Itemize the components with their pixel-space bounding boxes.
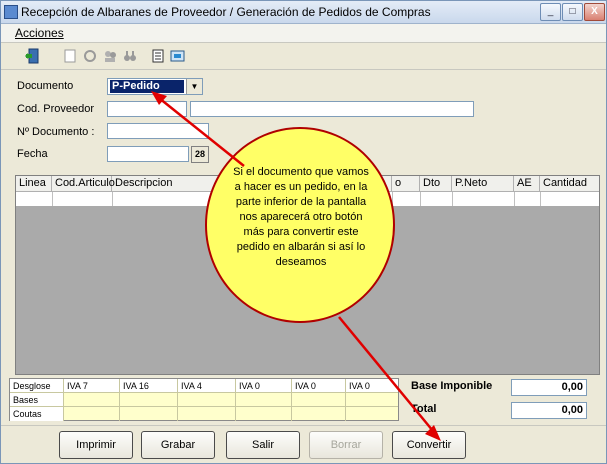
callout-text: Si el documento que vamos a hacer es un … bbox=[233, 166, 369, 268]
grabar-button[interactable]: Grabar bbox=[141, 431, 215, 459]
tax-cell bbox=[236, 393, 292, 407]
window-title: Recepción de Albaranes de Proveedor / Ge… bbox=[21, 5, 431, 19]
users-icon[interactable] bbox=[101, 47, 119, 65]
title-bar[interactable]: Recepción de Albaranes de Proveedor / Ge… bbox=[1, 1, 606, 24]
tax-cell bbox=[120, 407, 178, 421]
tax-cell bbox=[292, 393, 346, 407]
total-label: Total bbox=[411, 403, 437, 415]
num-documento-input[interactable] bbox=[107, 123, 209, 139]
grid-cell bbox=[452, 192, 515, 206]
chevron-down-icon[interactable]: ▼ bbox=[186, 79, 202, 94]
minimize-button[interactable]: _ bbox=[540, 3, 561, 21]
cod-proveedor-label: Cod. Proveedor bbox=[17, 103, 95, 115]
maximize-button[interactable]: □ bbox=[562, 3, 583, 21]
action-bar: Imprimir Grabar Salir Borrar Convertir bbox=[1, 425, 606, 463]
num-documento-label: Nº Documento : bbox=[17, 126, 95, 138]
grid-cell bbox=[420, 192, 453, 206]
documento-selected-value: P-Pedido bbox=[110, 80, 184, 93]
proveedor-nombre-input[interactable] bbox=[190, 101, 474, 117]
tax-cell bbox=[346, 407, 398, 421]
tax-cell bbox=[236, 407, 292, 421]
callout-bubble: Si el documento que vamos a hacer es un … bbox=[205, 127, 395, 323]
tax-breakdown-table: Desglose IVA 7 IVA 16 IVA 4 IVA 0 IVA 0 … bbox=[9, 378, 399, 421]
fecha-input[interactable] bbox=[107, 146, 189, 162]
tax-cell bbox=[346, 393, 398, 407]
col-pneto[interactable]: P.Neto bbox=[452, 176, 514, 191]
total-value: 0,00 bbox=[511, 402, 587, 419]
tax-row-label-bases: Bases bbox=[10, 393, 64, 407]
tax-row-label-desglose: Desglose bbox=[10, 379, 64, 393]
tax-cell bbox=[178, 393, 236, 407]
tax-col-iva7: IVA 7 bbox=[64, 379, 120, 393]
print-preview-icon[interactable] bbox=[169, 47, 187, 65]
grid-cell bbox=[52, 192, 113, 206]
grid-cell bbox=[392, 192, 421, 206]
convertir-button[interactable]: Convertir bbox=[392, 431, 466, 459]
tax-cell bbox=[178, 407, 236, 421]
wizard-icon[interactable] bbox=[81, 47, 99, 65]
tax-col-iva16: IVA 16 bbox=[120, 379, 178, 393]
toolbar bbox=[1, 43, 606, 70]
tax-cell bbox=[64, 407, 120, 421]
tax-row-label-coutas: Coutas bbox=[10, 407, 64, 421]
documento-select[interactable]: P-Pedido ▼ bbox=[107, 78, 203, 95]
grid-cell bbox=[514, 192, 541, 206]
exit-door-icon[interactable] bbox=[23, 47, 41, 65]
tax-cell bbox=[64, 393, 120, 407]
tax-col-iva0-a: IVA 0 bbox=[236, 379, 292, 393]
main-window: Recepción de Albaranes de Proveedor / Ge… bbox=[0, 0, 607, 464]
binoculars-icon[interactable] bbox=[121, 47, 139, 65]
col-linea[interactable]: Linea bbox=[16, 176, 52, 191]
menu-acciones[interactable]: Acciones bbox=[15, 26, 64, 40]
base-imponible-label: Base Imponible bbox=[411, 380, 493, 392]
col-cod-articulo[interactable]: Cod.Articulo bbox=[52, 176, 115, 191]
report-icon[interactable] bbox=[149, 47, 167, 65]
tax-col-iva0-c: IVA 0 bbox=[346, 379, 398, 393]
menu-bar: Acciones bbox=[1, 24, 606, 43]
imprimir-button[interactable]: Imprimir bbox=[59, 431, 133, 459]
col-cantidad[interactable]: Cantidad bbox=[540, 176, 599, 191]
col-ae[interactable]: AE bbox=[514, 176, 540, 191]
tax-col-iva0-b: IVA 0 bbox=[292, 379, 346, 393]
app-icon bbox=[4, 5, 18, 19]
base-imponible-value: 0,00 bbox=[511, 379, 587, 396]
fecha-label: Fecha bbox=[17, 148, 48, 160]
grid-cell bbox=[16, 192, 53, 206]
borrar-button[interactable]: Borrar bbox=[309, 431, 383, 459]
documento-label: Documento bbox=[17, 80, 74, 92]
cod-proveedor-input[interactable] bbox=[107, 101, 187, 117]
tax-col-iva4: IVA 4 bbox=[178, 379, 236, 393]
tax-cell bbox=[120, 393, 178, 407]
col-dto[interactable]: Dto bbox=[420, 176, 452, 191]
close-button[interactable]: X bbox=[584, 3, 605, 21]
salir-button[interactable]: Salir bbox=[226, 431, 300, 459]
calendar-icon[interactable]: 28 bbox=[191, 146, 209, 163]
col-precio[interactable]: o bbox=[392, 176, 420, 191]
tax-cell bbox=[292, 407, 346, 421]
new-document-icon[interactable] bbox=[61, 47, 79, 65]
